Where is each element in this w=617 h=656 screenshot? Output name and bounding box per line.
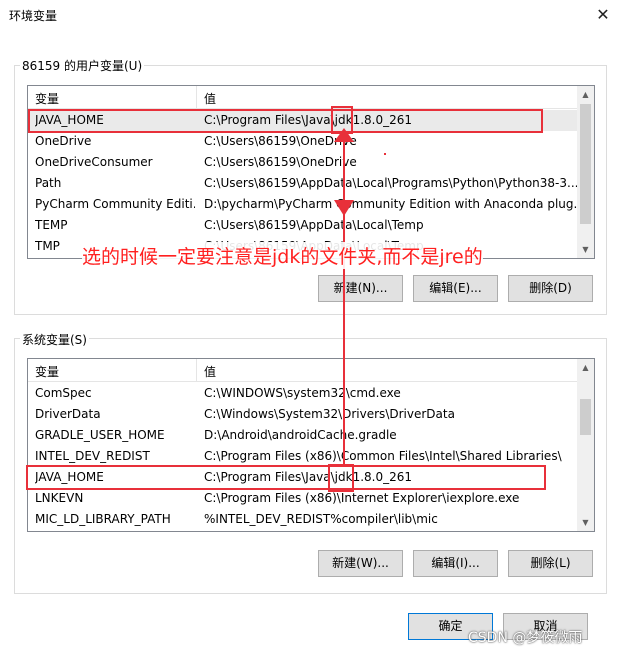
scroll-thumb[interactable] bbox=[580, 399, 591, 435]
var-name: ComSpec bbox=[35, 386, 92, 400]
table-row[interactable]: DriverData C:\Windows\System32\Drivers\D… bbox=[28, 404, 577, 425]
var-value: C:\Users\86159\AppData\Local\Programs\Py… bbox=[204, 176, 578, 190]
scroll-down-icon[interactable]: ▼ bbox=[577, 241, 594, 258]
var-value: D:\Android\androidCache.gradle bbox=[204, 428, 397, 442]
scroll-up-icon[interactable]: ▲ bbox=[577, 86, 594, 103]
var-name: GRADLE_USER_HOME bbox=[35, 428, 165, 442]
table-row[interactable]: GRADLE_USER_HOME D:\Android\androidCache… bbox=[28, 425, 577, 446]
var-name: LNKEVN bbox=[35, 491, 84, 505]
scroll-thumb[interactable] bbox=[580, 104, 591, 224]
table-row[interactable]: TEMP C:\Users\86159\AppData\Local\Temp bbox=[28, 215, 577, 236]
column-separator[interactable] bbox=[196, 359, 197, 381]
highlight-system-jdk bbox=[328, 464, 354, 492]
table-row[interactable]: Path C:\Users\86159\AppData\Local\Progra… bbox=[28, 173, 578, 194]
var-value: C:\Program Files (x86)\Common Files\Inte… bbox=[204, 449, 562, 463]
var-name: OneDrive bbox=[35, 134, 92, 148]
table-row[interactable]: OneDrive C:\Users\86159\OneDrive bbox=[28, 131, 577, 152]
var-name: MIC_LD_LIBRARY_PATH bbox=[35, 512, 171, 526]
table-row[interactable]: ComSpec C:\WINDOWS\system32\cmd.exe bbox=[28, 383, 577, 404]
title-bar: 环境变量 ✕ bbox=[0, 0, 617, 32]
var-name: TEMP bbox=[35, 218, 68, 232]
table-row[interactable]: INTEL_DEV_REDIST C:\Program Files (x86)\… bbox=[28, 446, 577, 467]
column-separator[interactable] bbox=[196, 86, 197, 108]
user-vars-col-value[interactable]: 值 bbox=[204, 90, 216, 107]
highlight-user-java-home bbox=[28, 109, 543, 133]
arrow-line bbox=[343, 136, 345, 464]
table-row[interactable]: PyCharm Community Editi... D:\pycharm\Py… bbox=[28, 194, 578, 215]
var-name: PyCharm Community Editi... bbox=[35, 197, 195, 211]
arrow-down-icon bbox=[334, 200, 354, 216]
system-new-button[interactable]: 新建(W)... bbox=[318, 550, 403, 577]
scroll-up-icon[interactable]: ▲ bbox=[577, 359, 594, 376]
close-icon[interactable]: ✕ bbox=[590, 3, 616, 27]
user-vars-header: 变量 值 bbox=[28, 86, 577, 109]
watermark: CSDN @梦筱微雨 bbox=[468, 630, 583, 646]
system-edit-button[interactable]: 编辑(I)... bbox=[413, 550, 498, 577]
var-value: C:\Windows\System32\Drivers\DriverData bbox=[204, 407, 455, 421]
system-vars-list[interactable]: 变量 值 ComSpec C:\WINDOWS\system32\cmd.exe… bbox=[27, 358, 595, 532]
system-vars-scrollbar[interactable]: ▲ ▼ bbox=[577, 359, 594, 531]
system-vars-header: 变量 值 bbox=[28, 359, 577, 382]
var-name: Path bbox=[35, 176, 62, 190]
red-dot bbox=[384, 153, 386, 155]
var-value: %INTEL_DEV_REDIST%compiler\lib\mic bbox=[204, 512, 438, 526]
var-value: C:\Program Files (x86)\Internet Explorer… bbox=[204, 491, 520, 505]
user-new-button[interactable]: 新建(N)... bbox=[318, 275, 403, 302]
user-edit-button[interactable]: 编辑(E)... bbox=[413, 275, 498, 302]
table-row[interactable]: OneDriveConsumer C:\Users\86159\OneDrive bbox=[28, 152, 577, 173]
var-name: DriverData bbox=[35, 407, 101, 421]
system-vars-group-label: 系统变量(S) bbox=[20, 331, 89, 348]
user-vars-scrollbar[interactable]: ▲ ▼ bbox=[577, 86, 594, 258]
table-row[interactable]: MIC_LD_LIBRARY_PATH %INTEL_DEV_REDIST%co… bbox=[28, 509, 577, 530]
user-vars-col-name[interactable]: 变量 bbox=[35, 90, 59, 107]
window-title: 环境变量 bbox=[9, 9, 58, 23]
scroll-down-icon[interactable]: ▼ bbox=[577, 514, 594, 531]
user-vars-group-label: 86159 的用户变量(U) bbox=[20, 57, 145, 74]
var-value: C:\Users\86159\AppData\Local\Temp bbox=[204, 218, 424, 232]
var-name: OneDriveConsumer bbox=[35, 155, 153, 169]
var-name: INTEL_DEV_REDIST bbox=[35, 449, 150, 463]
var-value: C:\WINDOWS\system32\cmd.exe bbox=[204, 386, 401, 400]
var-value: C:\Users\86159\OneDrive bbox=[204, 134, 357, 148]
table-row[interactable]: LNKEVN C:\Program Files (x86)\Internet E… bbox=[28, 488, 577, 509]
user-delete-button[interactable]: 删除(D) bbox=[508, 275, 593, 302]
var-value: C:\Users\86159\OneDrive bbox=[204, 155, 357, 169]
system-delete-button[interactable]: 删除(L) bbox=[508, 550, 593, 577]
var-value: D:\pycharm\PyCharm Community Edition wit… bbox=[204, 197, 578, 211]
arrow-up-icon bbox=[334, 128, 354, 142]
highlight-system-java-home bbox=[26, 465, 546, 490]
system-vars-col-name[interactable]: 变量 bbox=[35, 363, 59, 380]
system-vars-col-value[interactable]: 值 bbox=[204, 363, 216, 380]
annotation-text: 选的时候一定要注意是jdk的文件夹,而不是jre的 bbox=[82, 242, 483, 269]
